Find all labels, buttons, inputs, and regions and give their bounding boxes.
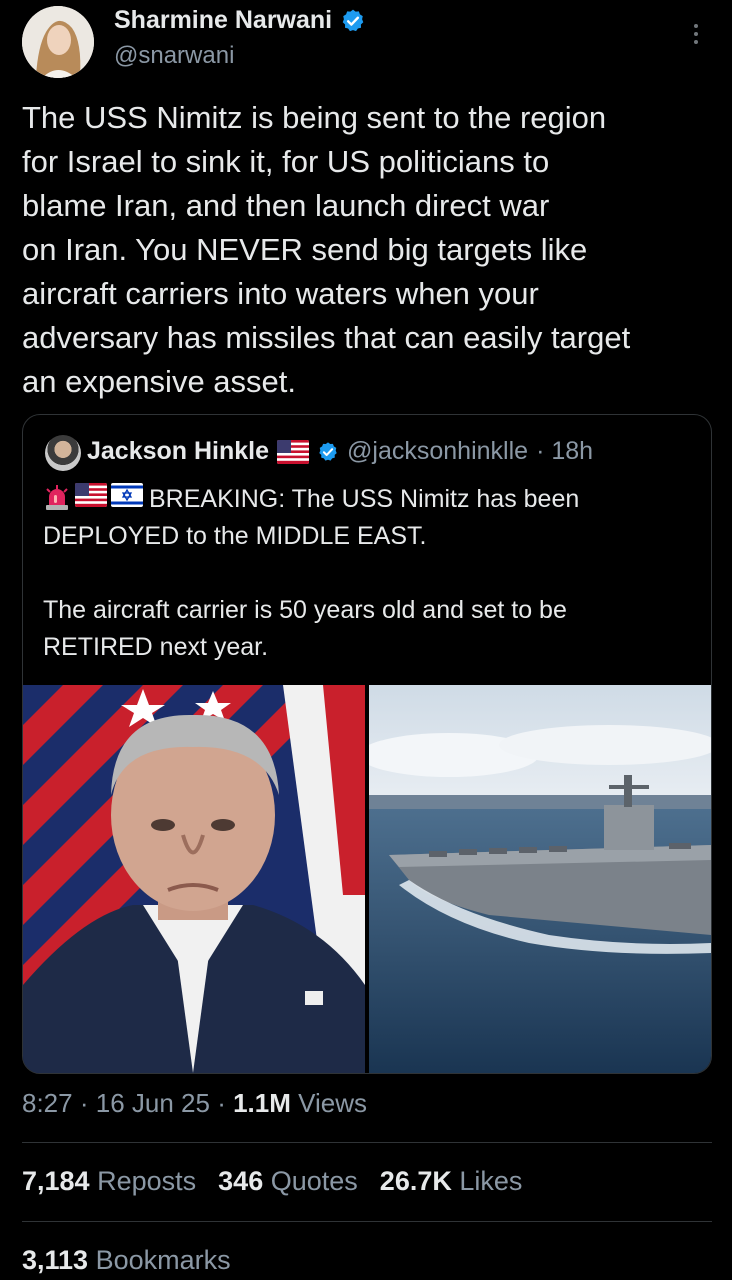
quoted-media-image-carrier[interactable] [369, 685, 711, 1073]
quotes-stat[interactable]: 346 Quotes [218, 1166, 358, 1197]
quoted-media-image-portrait[interactable] [23, 685, 365, 1073]
us-flag-icon [277, 439, 310, 464]
quoted-timestamp: · 18h [536, 437, 594, 465]
quoted-author-name: Jackson Hinkle [87, 437, 270, 465]
reposts-count: 7,184 [22, 1166, 90, 1196]
quoted-text-line1: BREAKING: The USS Nimitz has been [149, 485, 580, 513]
quoted-text-para2: The aircraft carrier is 50 years old and… [43, 596, 567, 661]
israel-flag-icon [111, 483, 143, 507]
reposts-label: Reposts [97, 1166, 197, 1196]
likes-stat[interactable]: 26.7K Likes [380, 1166, 523, 1197]
verified-badge-icon [319, 441, 337, 461]
bookmarks-label: Bookmarks [95, 1245, 231, 1275]
us-flag-icon [75, 483, 107, 507]
tweet-date[interactable]: 16 Jun 25 [96, 1088, 210, 1118]
bookmarks-stat[interactable]: 3,113 Bookmarks [22, 1245, 231, 1276]
verified-badge-icon [342, 9, 364, 31]
tweet-text: The USS Nimitz is being sent to the regi… [22, 100, 631, 399]
siren-icon [46, 485, 68, 510]
quoted-author-row: Jackson Hinkle @jacksonhinklle · 18h [87, 437, 593, 466]
quoted-tweet-card[interactable]: Jackson Hinkle @jacksonhinklle · 18h BRE… [22, 414, 712, 1074]
author-avatar[interactable] [22, 6, 94, 78]
divider [22, 1221, 712, 1222]
views-label: Views [298, 1088, 368, 1118]
quoted-author-handle: @jacksonhinklle [347, 437, 529, 465]
likes-label: Likes [459, 1166, 523, 1196]
author-handle[interactable]: @snarwani [114, 42, 234, 70]
bookmarks-count: 3,113 [22, 1245, 89, 1275]
tweet-time[interactable]: 8:27 [22, 1088, 73, 1118]
reposts-stat[interactable]: 7,184 Reposts [22, 1166, 196, 1197]
quoted-tweet-text: BREAKING: The USS Nimitz has been DEPLOY… [43, 481, 693, 666]
author-name-row[interactable]: Sharmine Narwani [114, 6, 366, 35]
quoted-author-avatar[interactable] [45, 435, 81, 471]
more-options-icon[interactable] [686, 24, 706, 50]
author-name[interactable]: Sharmine Narwani [114, 6, 332, 35]
quotes-label: Quotes [270, 1166, 358, 1196]
likes-count: 26.7K [379, 1166, 452, 1196]
divider [22, 1142, 712, 1143]
views-count: 1.1M [233, 1088, 291, 1118]
quotes-count: 346 [218, 1166, 264, 1196]
tweet-meta: 8:27 · 16 Jun 25 · 1.1M Views [22, 1088, 368, 1118]
quoted-text-line2: DEPLOYED to the MIDDLE EAST. [43, 522, 427, 550]
engagement-stats: 7,184 Reposts 346 Quotes 26.7K Likes [22, 1166, 522, 1197]
